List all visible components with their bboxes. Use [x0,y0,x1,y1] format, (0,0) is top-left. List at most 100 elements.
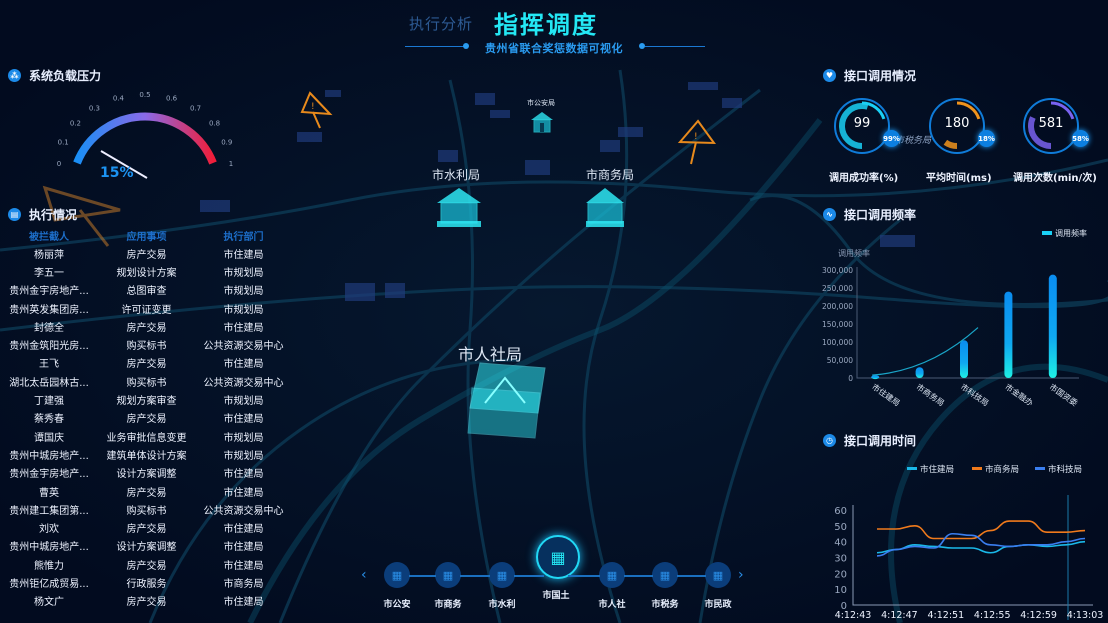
nav-item-department[interactable]: ▦ 市民政 [698,562,738,610]
building-icon[interactable] [584,185,626,230]
chevron-right-icon[interactable]: › [738,567,744,583]
table-row[interactable]: 湖北太岳园林古... 购买标书 公共资源交易中心 [0,372,300,390]
map-label-commerce[interactable]: 市商务局 [586,166,634,183]
nav-item-department[interactable]: ▦ 市商务 [428,562,468,610]
bar[interactable] [915,367,924,378]
cell-dept: 市规划局 [223,286,264,298]
nav-circle[interactable]: ▦ [599,562,625,588]
col-header-item[interactable]: 应用事项 [98,228,195,243]
building-icon: ▦ [391,568,403,582]
building-icon[interactable] [460,358,550,443]
building-icon: ▦ [550,547,566,567]
table-row[interactable]: 贵州金宇房地产... 总图审查 市规划局 [0,281,300,299]
gauge-tick-label: 1 [229,160,233,168]
nav-circle[interactable]: ▦ [435,562,461,588]
table-row[interactable]: 杨丽萍 房产交易 市住建局 [0,244,300,262]
bar[interactable] [871,375,880,380]
freq-panel-title-text: 接口调用频率 [844,208,917,222]
col-header-dept[interactable]: 执行部门 [195,228,292,243]
legend-label[interactable]: 市住建局 [920,464,954,475]
warning-marker-icon[interactable]: ! [676,118,716,166]
cell-dept: 市规划局 [223,267,264,279]
legend-swatch [907,467,917,470]
cell-item: 设计方案调整 [116,542,177,554]
legend-label[interactable]: 市商务局 [985,464,1019,475]
table-row[interactable]: 熊惟力 房产交易 市住建局 [0,555,300,573]
table-row[interactable]: 李五一 规划设计方案 市规划局 [0,262,300,280]
legend-label[interactable]: 市科技局 [1048,464,1082,475]
table-row[interactable]: 贵州钜亿成贸易... 行政服务 市商务局 [0,573,300,591]
nav-item-department[interactable]: ▦ 市人社 [592,562,632,610]
cell-item: 房产交易 [126,560,167,572]
cell-dept: 市住建局 [223,524,264,536]
nav-circle[interactable]: ▦ [489,562,515,588]
table-row[interactable]: 杨文广 房产交易 市住建局 [0,592,300,610]
time-panel-title-text: 接口调用时间 [844,434,917,448]
bar[interactable] [1048,274,1057,378]
nav-label: 市公安 [383,600,411,610]
nav-item-department[interactable]: ▦ 市水利 [482,562,522,610]
cell-dept: 市住建局 [223,414,264,426]
table-row[interactable]: 贵州英发集团房... 许可证变更 市规划局 [0,299,300,317]
building-icon: ▦ [442,568,454,582]
table-row[interactable]: 贵州中城房地产... 建筑单体设计方案 市规划局 [0,445,300,463]
table-row[interactable]: 蔡秀春 房产交易 市住建局 [0,409,300,427]
table-row[interactable]: 贵州金宇房地产... 设计方案调整 市住建局 [0,464,300,482]
table-row[interactable]: 曹英 房产交易 市住建局 [0,482,300,500]
building-icon: ▦ [712,568,724,582]
cell-person: 李五一 [34,267,64,279]
table-row[interactable]: 封德全 房产交易 市住建局 [0,317,300,335]
cell-item: 设计方案调整 [116,469,177,481]
warning-marker-icon[interactable]: ! [298,90,334,130]
chart-axis [852,505,1093,606]
x-tick-label: 市科技局 [959,381,991,408]
table-row[interactable]: 贵州建工集团第... 购买标书 公共资源交易中心 [0,500,300,518]
nav-connector [568,575,600,577]
table-row[interactable]: 谭国庆 业务审批信息变更 市规划局 [0,427,300,445]
cell-item: 房产交易 [126,359,167,371]
y-tick-label: 0 [848,374,853,383]
nav-item-department[interactable]: ▦ 市国土 [536,535,580,601]
y-tick-label: 50 [834,522,847,533]
col-header-person[interactable]: 被拦截人 [0,228,98,243]
bar[interactable] [960,340,968,378]
exec-panel-title: ▤ 执行情况 [8,206,77,223]
series-line[interactable] [877,520,1086,540]
cell-dept: 市规划局 [223,396,264,408]
gauge-tick-label: 0.7 [190,104,201,112]
map-label-tax[interactable]: 市税务局 [895,133,931,146]
nav-item-department[interactable]: ▦ 市公安 [377,562,417,610]
exec-table: 被拦截人 应用事项 执行部门 杨丽萍 房产交易 市住建局 李五一 规划设计方案 市规划局贵… [0,226,300,610]
cell-dept: 市商务局 [223,578,264,590]
ring-value: 581 [1038,116,1064,131]
table-row[interactable]: 贵州中城房地产... 设计方案调整 市住建局 [0,537,300,555]
table-row[interactable]: 丁建强 规划方案审查 市规划局 [0,390,300,408]
table-row[interactable]: 王飞 房产交易 市住建局 [0,354,300,372]
cell-dept: 市规划局 [223,432,264,444]
cell-person: 王飞 [39,359,59,371]
exec-panel-title-text: 执行情况 [29,208,78,222]
map-label-public-security[interactable]: 市公安局 [527,98,555,108]
bar[interactable] [1004,291,1013,378]
nav-circle[interactable]: ▦ [384,562,410,588]
nav-circle[interactable]: ▦ [705,562,731,588]
tab-execution-analysis[interactable]: 执行分析 [409,13,473,34]
legend-label[interactable]: 调用频率 [1055,228,1087,238]
cell-dept: 市住建局 [223,542,264,554]
y-tick-label: 30 [834,554,847,565]
nav-item-department[interactable]: ▦ 市税务 [645,562,685,610]
x-tick-label: 4:12:51 [927,610,964,621]
cell-dept: 公共资源交易中心 [203,341,284,353]
table-row[interactable]: 刘欢 房产交易 市住建局 [0,518,300,536]
building-icon[interactable] [433,185,485,230]
gauge-tick-label: 0.8 [209,120,220,128]
table-row[interactable]: 贵州金筑阳光房... 购买标书 公共资源交易中心 [0,335,300,353]
map-label-water[interactable]: 市水利局 [432,166,480,183]
series-line[interactable] [876,532,1086,557]
cell-item: 房产交易 [126,597,167,609]
nav-circle[interactable]: ▦ [652,562,678,588]
chevron-left-icon[interactable]: ‹ [361,567,367,583]
building-icon[interactable] [529,110,555,136]
x-tick-label: 4:12:43 [835,610,872,621]
nav-circle[interactable]: ▦ [536,535,580,579]
